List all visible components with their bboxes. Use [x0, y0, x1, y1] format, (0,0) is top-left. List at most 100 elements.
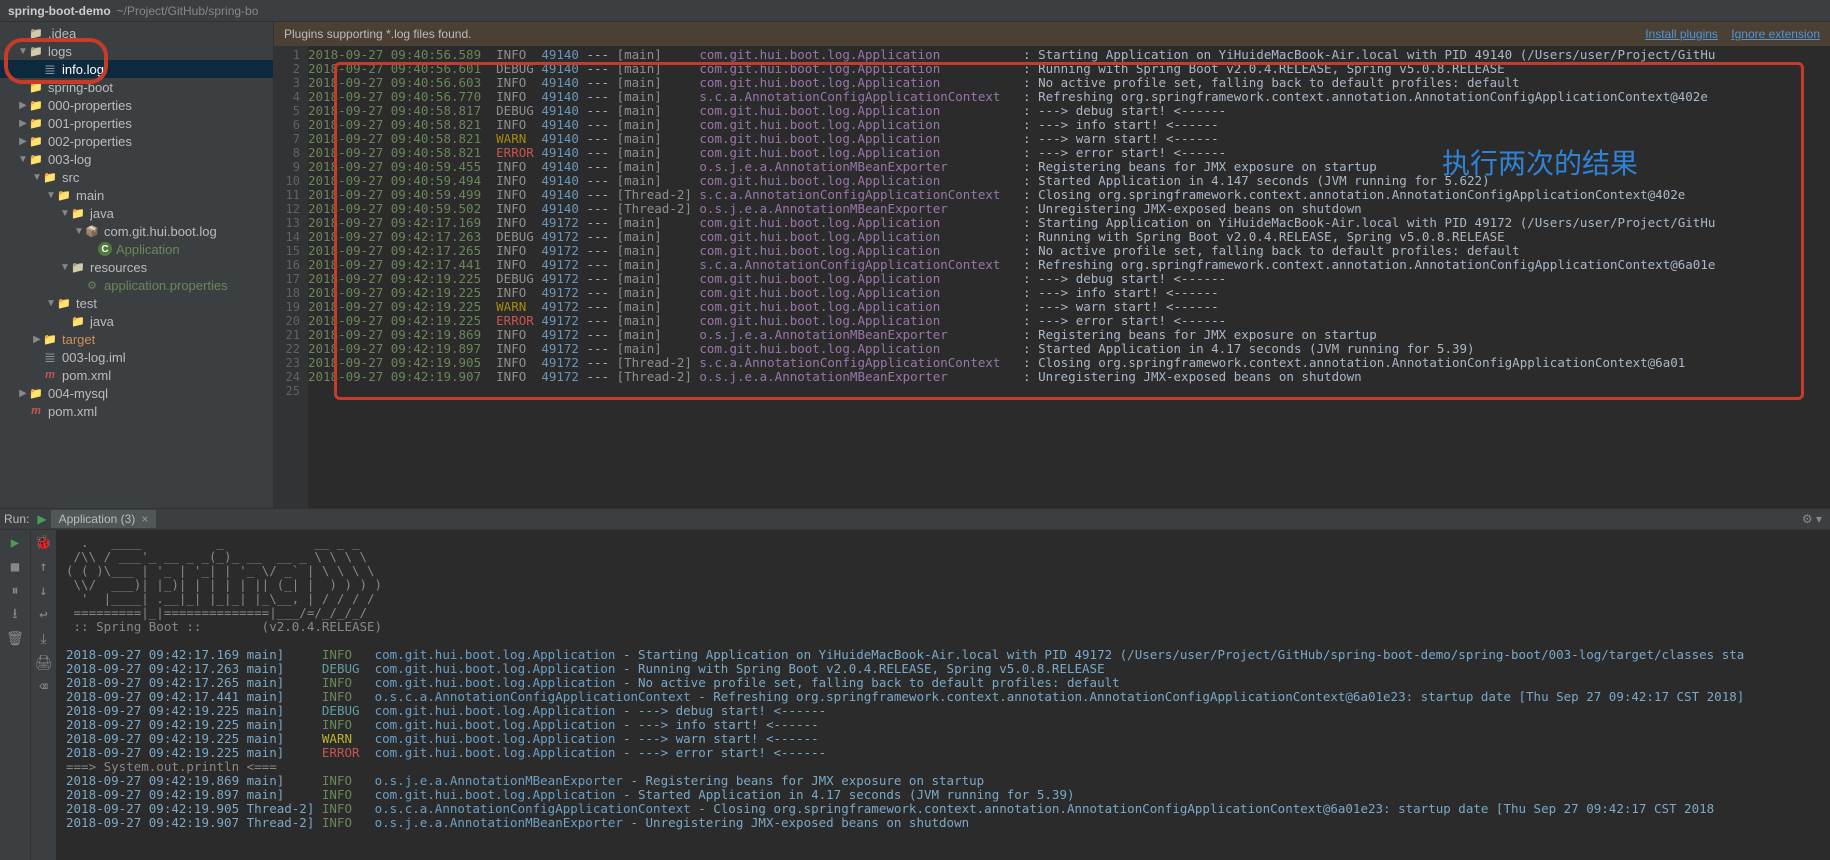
tree-item-label: spring-boot [48, 80, 113, 95]
tree-item-label: pom.xml [48, 404, 97, 419]
tree-item-label: .idea [48, 26, 76, 41]
tree-item-label: logs [48, 44, 72, 59]
rerun-icon[interactable]: ▶ [6, 534, 24, 552]
chevron-icon[interactable]: ▶ [18, 118, 28, 129]
folder-blue-icon [28, 151, 44, 167]
file-icon [42, 61, 58, 77]
chevron-icon[interactable]: ▼ [18, 154, 28, 165]
pkg-icon [84, 223, 100, 239]
tree-item[interactable]: java [0, 312, 273, 330]
pause-icon[interactable]: ⏸ [6, 582, 24, 600]
tree-item-label: target [62, 332, 95, 347]
chevron-icon[interactable]: ▶ [18, 136, 28, 147]
tree-item[interactable]: spring-boot [0, 78, 273, 96]
banner-ignore-link[interactable]: Ignore extension [1731, 27, 1820, 41]
folder-blue-icon [42, 169, 58, 185]
tree-item-label: main [76, 188, 104, 203]
tree-item[interactable]: Application [0, 240, 273, 258]
folder-blue-icon [28, 115, 44, 131]
folder-orange-icon [42, 331, 58, 347]
chevron-icon[interactable]: ▼ [46, 298, 56, 309]
chevron-icon[interactable]: ▼ [60, 262, 70, 273]
tree-item[interactable]: pom.xml [0, 402, 273, 420]
tree-item[interactable]: application.properties [0, 276, 273, 294]
up-icon[interactable]: ↑ [35, 558, 53, 576]
chevron-icon[interactable]: ▼ [74, 226, 84, 237]
chevron-icon[interactable]: ▼ [46, 190, 56, 201]
tree-item[interactable]: ▼ main [0, 186, 273, 204]
banner-install-link[interactable]: Install plugins [1645, 27, 1718, 41]
tree-item-label: 004-mysql [48, 386, 108, 401]
tree-item[interactable]: ▶ target [0, 330, 273, 348]
tree-item-label: 002-properties [48, 134, 132, 149]
chevron-icon[interactable]: ▶ [32, 334, 42, 345]
folder-blue-icon [28, 133, 44, 149]
editor[interactable]: 1234567891011121314151617181920212223242… [274, 46, 1830, 508]
run-config-icon: ▶ [37, 512, 46, 526]
tree-item[interactable]: ▶ 004-mysql [0, 384, 273, 402]
tree-item-label: java [90, 314, 114, 329]
stop-icon[interactable]: ■ [6, 558, 24, 576]
tree-item[interactable]: pom.xml [0, 366, 273, 384]
run-tab[interactable]: Application (3) × [51, 510, 157, 528]
tree-item[interactable]: .idea [0, 24, 273, 42]
project-tree[interactable]: .idea ▼ logs info.log spring-boot ▶ 000-proper… [0, 22, 274, 508]
tree-item[interactable]: ▼ test [0, 294, 273, 312]
console-output[interactable]: . ____ _ __ _ _ /\\ / ___'_ __ _ _(_)_ _… [56, 530, 1830, 860]
exit-icon[interactable]: ⭳ [6, 606, 24, 624]
tree-item-label: 003-log [48, 152, 91, 167]
file-icon [42, 349, 58, 365]
tree-item[interactable]: ▼ resources [0, 258, 273, 276]
m-icon [28, 403, 44, 419]
close-icon[interactable]: × [141, 512, 148, 526]
chevron-icon[interactable]: ▼ [60, 208, 70, 219]
plugin-banner: Plugins supporting *.log files found. In… [274, 22, 1830, 46]
tree-item[interactable]: ▼ logs [0, 42, 273, 60]
folder-icon [28, 43, 44, 59]
tree-item-label: application.properties [104, 278, 228, 293]
chevron-icon[interactable]: ▼ [32, 172, 42, 183]
folder-blue-icon [28, 385, 44, 401]
folder-blue-icon [70, 313, 86, 329]
tree-item[interactable]: ▼java [0, 204, 273, 222]
chevron-icon[interactable]: ▶ [18, 388, 28, 399]
run-tab-label: Application (3) [59, 512, 136, 526]
project-name: spring-boot-demo [8, 4, 111, 18]
tree-item-label: resources [90, 260, 147, 275]
scroll-end-icon[interactable]: ⤓ [35, 630, 53, 648]
folder-icon [28, 25, 44, 41]
tree-item-label: info.log [62, 62, 104, 77]
folder-icon [70, 259, 86, 275]
log-content[interactable]: 2018-09-27 09:40:56.589 INFO 49140 --- [… [308, 46, 1830, 508]
print-icon[interactable]: 🖨 [35, 654, 53, 672]
run-label: Run: [4, 512, 29, 526]
down-icon[interactable]: ↓ [35, 582, 53, 600]
softwrap-icon[interactable]: ↩ [35, 606, 53, 624]
tree-item[interactable]: 003-log.iml [0, 348, 273, 366]
folder-blue-icon [28, 97, 44, 113]
prop-icon [84, 277, 100, 293]
folder-blue-icon [70, 205, 86, 221]
tree-item[interactable]: ▶ 002-properties [0, 132, 273, 150]
topbar: spring-boot-demo ~/Project/GitHub/spring… [0, 0, 1830, 22]
tree-item-label: test [76, 296, 97, 311]
folder-blue-icon [56, 187, 72, 203]
bug-icon[interactable]: 🐞 [35, 534, 53, 552]
folder-blue-icon [28, 79, 44, 95]
gear-icon[interactable]: ⚙ ▾ [1802, 512, 1822, 526]
clear-icon[interactable]: ⌫ [35, 678, 53, 696]
tree-item[interactable]: ▼com.git.hui.boot.log [0, 222, 273, 240]
m-icon [42, 367, 58, 383]
tree-item-label: Application [116, 242, 180, 257]
tree-item[interactable]: ▶ 001-properties [0, 114, 273, 132]
chevron-icon[interactable]: ▼ [18, 46, 28, 57]
tree-item[interactable]: info.log [0, 60, 273, 78]
tree-item-label: 000-properties [48, 98, 132, 113]
console-left-toolbar: ▶ ■ ⏸ ⭳ 🗑 [0, 530, 30, 860]
tree-item[interactable]: ▼ 003-log [0, 150, 273, 168]
chevron-icon[interactable]: ▶ [18, 100, 28, 111]
tree-item[interactable]: ▶ 000-properties [0, 96, 273, 114]
tree-item[interactable]: ▼src [0, 168, 273, 186]
tree-item-label: 001-properties [48, 116, 132, 131]
trash-icon[interactable]: 🗑 [6, 630, 24, 648]
